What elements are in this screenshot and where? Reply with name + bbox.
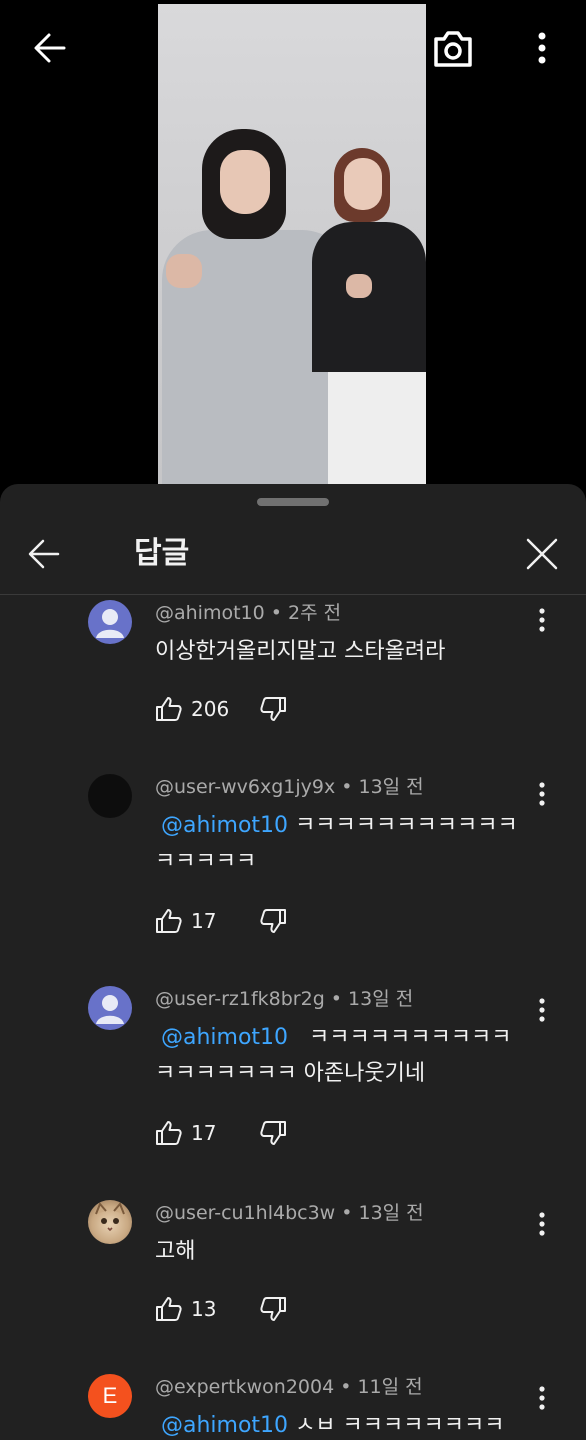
mention-link[interactable]: @ahimot10 — [161, 1413, 288, 1438]
thumbs-up-icon — [156, 1121, 182, 1145]
avatar[interactable] — [88, 600, 132, 644]
video-person-face — [344, 158, 382, 210]
like-count: 17 — [191, 1121, 217, 1145]
dislike-button[interactable] — [259, 696, 287, 722]
comment-actions: 13 — [155, 1294, 287, 1324]
dislike-button[interactable] — [259, 1296, 287, 1322]
arrow-left-icon — [28, 539, 60, 569]
video-person-body — [312, 222, 426, 372]
back-button[interactable] — [28, 26, 72, 70]
comment-item: @ahimot10 • 2주 전 이상한거올리지말고 스타올려라 206 — [0, 600, 586, 740]
replies-back-button[interactable] — [22, 532, 66, 576]
more-vertical-icon — [539, 608, 545, 632]
comment-meta[interactable]: @user-rz1fk8br2g • 13일 전 — [155, 986, 413, 1012]
like-count: 206 — [191, 697, 230, 721]
close-button[interactable] — [520, 532, 564, 576]
more-options-button[interactable] — [522, 26, 562, 70]
comment-more-button[interactable] — [528, 990, 556, 1030]
comment-more-button[interactable] — [528, 600, 556, 640]
video-player[interactable] — [0, 0, 586, 485]
comment-meta[interactable]: @ahimot10 • 2주 전 — [155, 600, 341, 626]
drag-handle[interactable] — [257, 498, 329, 506]
camera-icon — [434, 31, 472, 67]
more-vertical-icon — [539, 998, 545, 1022]
replies-panel: 답글 @ahimot10 • 2주 전 이상한거올리지말고 스타올려라 206 — [0, 484, 586, 1440]
like-button[interactable]: 17 — [155, 1120, 251, 1146]
dislike-button[interactable] — [259, 1120, 287, 1146]
mention-link[interactable]: @ahimot10 — [161, 813, 288, 838]
thumbs-up-icon — [156, 697, 182, 721]
video-person-hand — [166, 254, 202, 288]
comment-text: @ahimot10 ㅋㅋㅋㅋㅋㅋㅋㅋㅋㅋㅋㅋㅋㅋㅋㅋ — [155, 808, 525, 880]
comment-text: 이상한거올리지말고 스타올려라 — [155, 634, 525, 670]
comment-item: @user-wv6xg1jy9x • 13일 전 @ahimot10 ㅋㅋㅋㅋㅋ… — [0, 774, 586, 944]
like-button[interactable]: 17 — [155, 908, 251, 934]
dislike-button[interactable] — [259, 908, 287, 934]
comment-more-button[interactable] — [528, 1378, 556, 1418]
close-icon — [526, 538, 558, 570]
thumbs-up-icon — [156, 909, 182, 933]
comment-actions: 206 — [155, 694, 287, 724]
thumbs-down-icon — [260, 909, 286, 933]
like-button[interactable]: 206 — [155, 696, 251, 722]
comment-item: E @expertkwon2004 • 11일 전 @ahimot10 ㅅㅂ ㅋ… — [0, 1374, 586, 1440]
avatar[interactable] — [88, 986, 132, 1030]
user-icon — [96, 609, 124, 638]
video-person-face — [220, 150, 270, 214]
like-button[interactable]: 13 — [155, 1296, 251, 1322]
comment-body: ㅅㅂ ㅋㅋㅋㅋㅋㅋㅋㅋ — [295, 1413, 505, 1438]
cat-icon — [95, 1202, 125, 1232]
avatar[interactable]: E — [88, 1374, 132, 1418]
mention-link[interactable]: @ahimot10 — [161, 1025, 288, 1050]
camera-button[interactable] — [430, 26, 476, 72]
arrow-left-icon — [34, 33, 66, 63]
user-icon — [96, 995, 124, 1024]
video-frame[interactable] — [158, 4, 426, 484]
comment-actions: 17 — [155, 1118, 287, 1148]
comment-item: @user-rz1fk8br2g • 13일 전 @ahimot10 ㅋㅋㅋㅋㅋ… — [0, 986, 586, 1156]
more-vertical-icon — [539, 782, 545, 806]
replies-header: 답글 — [0, 514, 586, 595]
avatar[interactable] — [88, 1200, 132, 1244]
comment-more-button[interactable] — [528, 1204, 556, 1244]
like-count: 17 — [191, 909, 217, 933]
comment-actions: 17 — [155, 906, 287, 936]
more-vertical-icon — [538, 32, 546, 64]
like-count: 13 — [191, 1297, 217, 1321]
avatar-letter: E — [102, 1383, 118, 1408]
video-person-hand — [346, 274, 372, 298]
more-vertical-icon — [539, 1212, 545, 1236]
more-vertical-icon — [539, 1386, 545, 1410]
comment-meta[interactable]: @expertkwon2004 • 11일 전 — [155, 1374, 423, 1400]
video-person-pants — [328, 372, 426, 484]
comment-body: 이상한거올리지말고 스타올려라 — [155, 639, 446, 664]
comment-meta[interactable]: @user-cu1hl4bc3w • 13일 전 — [155, 1200, 424, 1226]
comment-item: @user-cu1hl4bc3w • 13일 전 고해 13 — [0, 1200, 586, 1340]
comment-text: @ahimot10 ㅋㅋㅋㅋㅋㅋㅋㅋㅋㅋㅋㅋㅋㅋㅋㅋㅋ 아존나웃기네 — [155, 1020, 525, 1092]
thumbs-down-icon — [260, 1297, 286, 1321]
comment-text: @ahimot10 ㅅㅂ ㅋㅋㅋㅋㅋㅋㅋㅋ — [155, 1408, 525, 1440]
comment-body: 고해 — [155, 1239, 196, 1264]
thumbs-up-icon — [156, 1297, 182, 1321]
thumbs-down-icon — [260, 697, 286, 721]
comment-text: 고해 — [155, 1234, 525, 1270]
thumbs-down-icon — [260, 1121, 286, 1145]
comment-meta[interactable]: @user-wv6xg1jy9x • 13일 전 — [155, 774, 424, 800]
comment-more-button[interactable] — [528, 774, 556, 814]
avatar[interactable] — [88, 774, 132, 818]
replies-title: 답글 — [134, 536, 190, 571]
